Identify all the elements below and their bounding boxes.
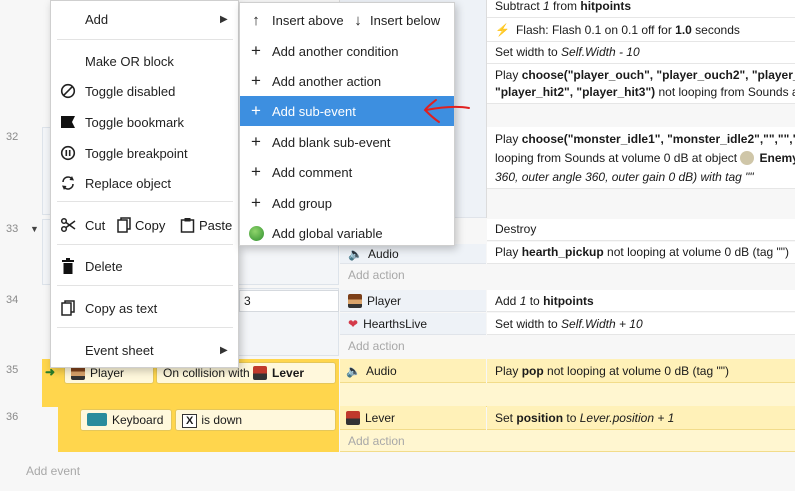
globe-icon [240,225,272,241]
context-menu: Add ▶ Make OR block Toggle disabled Toggl… [50,0,239,368]
action-play-pop[interactable]: Play pop not looping at volume 0 dB (tag… [487,359,795,383]
insert-above-item[interactable]: ↑ Insert above [240,12,346,29]
plus-icon: + [251,132,261,151]
insert-below-item[interactable]: ↓ Insert below [346,12,440,29]
menu-separator [57,285,233,286]
menu-item-add[interactable]: Add ▶ [51,5,238,33]
annotation-arrow-icon [423,99,470,123]
event-36-add-row [340,430,795,452]
plus-icon: + [251,71,261,90]
event-number-36: 36 [6,411,19,423]
paste-icon [175,217,199,233]
key-x-badge: X [182,414,198,428]
action-play-player-sound[interactable]: Play choose("player_ouch", "player_ouch2… [487,64,795,104]
menu-item-replace-object[interactable]: Replace object [51,169,238,197]
add-action-link[interactable]: Add action [340,430,405,452]
submenu-add-comment[interactable]: + Add comment [240,157,454,187]
paste-button[interactable]: Paste [199,218,232,233]
event-number-33: 33 [6,223,19,235]
menu-item-make-or-block[interactable]: Make OR block [51,47,238,75]
speaker-icon: 🔈 [346,364,361,378]
menu-separator [57,201,233,202]
action-flash[interactable]: ⚡ Flash: Flash 0.1 on 0.1 off for 1.0 sec… [487,18,795,42]
chevron-right-icon: ▶ [220,13,228,25]
keyboard-icon [87,413,107,426]
menu-item-event-sheet[interactable]: Event sheet ▶ [51,336,238,364]
action-set-width[interactable]: Set width to Self.Width - 10 [487,42,795,64]
submenu-add-condition[interactable]: + Add another condition [240,36,454,66]
disabled-circle-icon [51,83,85,99]
plus-icon: + [251,101,261,120]
menu-item-toggle-breakpoint[interactable]: Toggle breakpoint [51,139,238,167]
object-player[interactable]: Player [340,290,486,312]
action-set-position[interactable]: Set position to Lever.position + 1 [487,406,795,430]
menu-item-delete[interactable]: Delete [51,252,238,280]
add-action-link[interactable]: Add action [340,264,405,286]
event-number-35: 35 [6,364,19,376]
add-event-link[interactable]: Add event [26,464,80,478]
flash-icon: ⚡ [495,23,510,37]
condition-value[interactable]: 3 [239,290,339,312]
trash-icon [51,258,85,274]
lever-sprite-icon [253,366,268,380]
action-play-hearth-pickup[interactable]: Play hearth_pickup not looping at volume… [487,242,795,264]
plus-icon: + [251,162,261,181]
condition-object-keyboard[interactable]: Keyboard [80,409,172,431]
replace-icon [51,175,85,191]
event-number-32: 32 [6,131,19,143]
submenu-add-group[interactable]: + Add group [240,188,454,218]
action-subtract[interactable]: Subtract 1 from hitpoints [487,0,795,18]
event-number-34: 34 [6,294,19,306]
menu-item-toggle-bookmark[interactable]: Toggle bookmark [51,108,238,136]
copy-button[interactable]: Copy [135,218,175,233]
menu-item-toggle-disabled[interactable]: Toggle disabled [51,77,238,105]
submenu-add-global-variable[interactable]: Add global variable [240,218,454,248]
heart-icon: ❤ [348,317,359,331]
action-play-monster-idle[interactable]: Play choose("monster_idle1", "monster_id… [487,127,795,189]
clipboard-row: Cut Copy Paste [51,211,238,239]
copy-text-icon [51,300,85,316]
lever-sprite-icon [346,411,360,425]
add-action-link[interactable]: Add action [340,335,405,357]
submenu-insert-row: ↑ Insert above ↓ Insert below [240,5,454,35]
pause-circle-icon [51,145,85,161]
plus-icon: + [251,193,261,212]
menu-separator [57,327,233,328]
plus-icon: + [251,41,261,60]
object-hearthslive[interactable]: ❤ HearthsLive [340,313,486,335]
action-destroy[interactable]: Destroy [487,219,795,241]
arrow-up-icon: ↑ [252,11,260,29]
action-add-hitpoints[interactable]: Add 1 to hitpoints [487,290,795,312]
cut-button[interactable]: Cut [85,218,113,233]
collapse-arrow-icon[interactable]: ▼ [30,224,39,234]
arrow-down-icon: ↓ [354,11,362,29]
action-set-width-plus[interactable]: Set width to Self.Width + 10 [487,313,795,335]
condition-key-is-down[interactable]: Xis down [175,409,336,431]
enemy-icon [740,151,755,165]
submenu-add-action[interactable]: + Add another action [240,66,454,96]
submenu-add-blank-sub-event[interactable]: + Add blank sub-event [240,127,454,157]
chevron-right-icon: ▶ [220,344,228,356]
menu-separator [57,39,233,40]
event-35-action-empty [340,383,795,407]
copy-icon [113,217,135,233]
action-object-audio[interactable]: 🔈 Audio [340,359,486,383]
scissors-icon [51,217,85,233]
player-sprite-icon [348,294,362,308]
speaker-icon: 🔈 [348,247,363,261]
player-sprite-icon [71,366,85,380]
action-object-lever[interactable]: Lever [340,406,486,430]
menu-item-copy-as-text[interactable]: Copy as text [51,294,238,322]
bookmark-flag-icon [51,115,85,129]
menu-separator [57,244,233,245]
